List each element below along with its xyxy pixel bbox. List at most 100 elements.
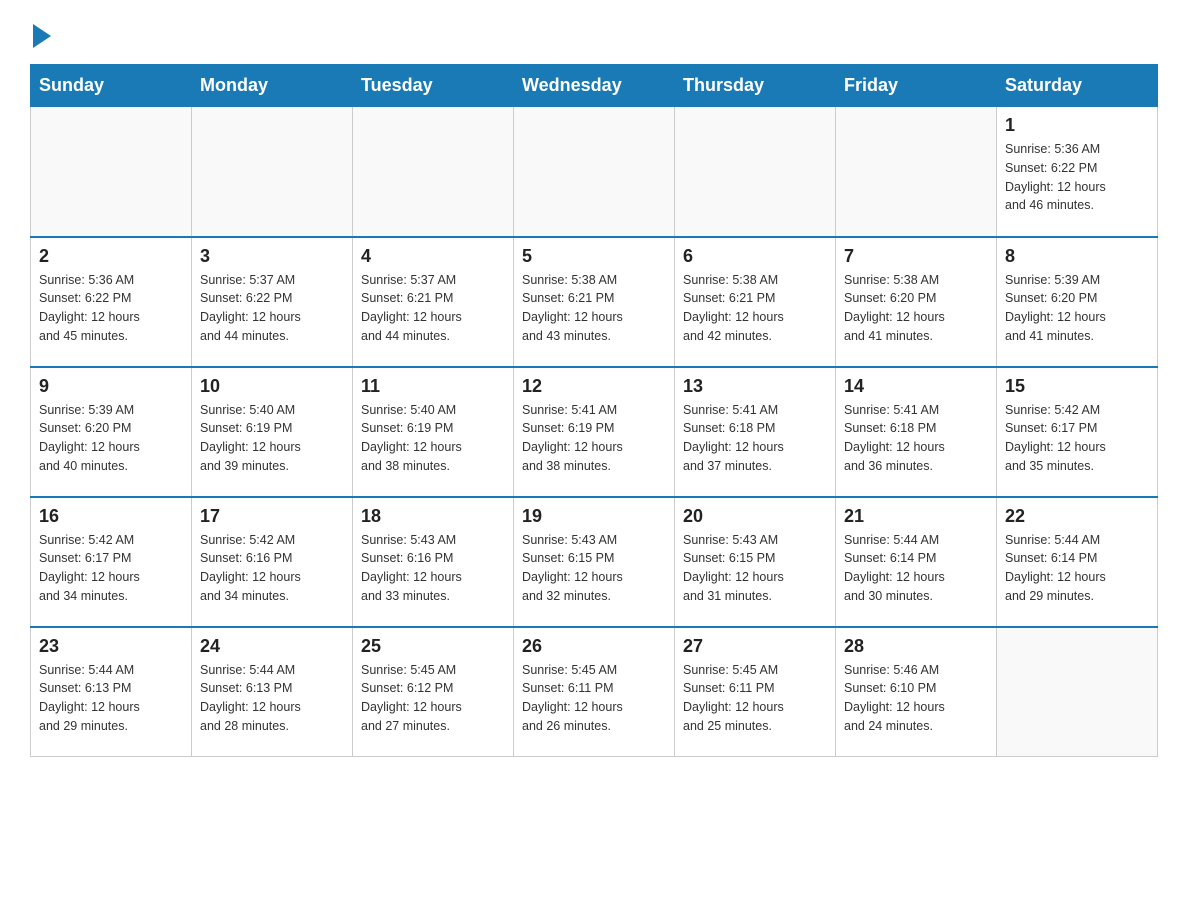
day-info: Sunrise: 5:44 AM Sunset: 6:14 PM Dayligh… bbox=[1005, 531, 1149, 606]
calendar-table: SundayMondayTuesdayWednesdayThursdayFrid… bbox=[30, 64, 1158, 757]
day-number: 27 bbox=[683, 636, 827, 657]
day-info: Sunrise: 5:44 AM Sunset: 6:13 PM Dayligh… bbox=[39, 661, 183, 736]
weekday-header-wednesday: Wednesday bbox=[514, 65, 675, 107]
day-number: 5 bbox=[522, 246, 666, 267]
day-number: 19 bbox=[522, 506, 666, 527]
day-info: Sunrise: 5:43 AM Sunset: 6:15 PM Dayligh… bbox=[522, 531, 666, 606]
weekday-header-sunday: Sunday bbox=[31, 65, 192, 107]
calendar-cell: 6Sunrise: 5:38 AM Sunset: 6:21 PM Daylig… bbox=[675, 237, 836, 367]
calendar-cell: 2 Sunrise: 5:36 AM Sunset: 6:22 PM Daylig… bbox=[31, 237, 192, 367]
day-info: Sunrise: 5:44 AM Sunset: 6:13 PM Dayligh… bbox=[200, 661, 344, 736]
day-info: Sunrise: 5:42 AM Sunset: 6:16 PM Dayligh… bbox=[200, 531, 344, 606]
calendar-cell bbox=[514, 107, 675, 237]
calendar-cell: 9 Sunrise: 5:39 AM Sunset: 6:20 PM Daylig… bbox=[31, 367, 192, 497]
calendar-cell: 20 Sunrise: 5:43 AM Sunset: 6:15 PM Dayli… bbox=[675, 497, 836, 627]
day-info: Sunrise: 5:40 AM Sunset: 6:19 PM Dayligh… bbox=[361, 401, 505, 476]
day-info: Sunrise: 5:42 AM Sunset: 6:17 PM Dayligh… bbox=[1005, 401, 1149, 476]
day-info: Sunrise: 5:38 AM Sunset: 6:21 PM Dayligh… bbox=[522, 271, 666, 346]
calendar-cell: 27Sunrise: 5:45 AM Sunset: 6:11 PM Dayli… bbox=[675, 627, 836, 757]
day-number: 25 bbox=[361, 636, 505, 657]
calendar-cell bbox=[675, 107, 836, 237]
logo-arrow-icon bbox=[33, 24, 51, 48]
day-info: Sunrise: 5:46 AM Sunset: 6:10 PM Dayligh… bbox=[844, 661, 988, 736]
calendar-cell: 3Sunrise: 5:37 AM Sunset: 6:22 PM Daylig… bbox=[192, 237, 353, 367]
calendar-cell: 17 Sunrise: 5:42 AM Sunset: 6:16 PM Dayli… bbox=[192, 497, 353, 627]
calendar-cell: 8Sunrise: 5:39 AM Sunset: 6:20 PM Daylig… bbox=[997, 237, 1158, 367]
day-number: 4 bbox=[361, 246, 505, 267]
day-number: 26 bbox=[522, 636, 666, 657]
calendar-cell: 15 Sunrise: 5:42 AM Sunset: 6:17 PM Dayli… bbox=[997, 367, 1158, 497]
day-info: Sunrise: 5:40 AM Sunset: 6:19 PM Dayligh… bbox=[200, 401, 344, 476]
calendar-cell: 28 Sunrise: 5:46 AM Sunset: 6:10 PM Dayli… bbox=[836, 627, 997, 757]
calendar-cell: 12 Sunrise: 5:41 AM Sunset: 6:19 PM Dayli… bbox=[514, 367, 675, 497]
day-info: Sunrise: 5:38 AM Sunset: 6:21 PM Dayligh… bbox=[683, 271, 827, 346]
calendar-week-row: 23 Sunrise: 5:44 AM Sunset: 6:13 PM Dayli… bbox=[31, 627, 1158, 757]
calendar-week-row: 1 Sunrise: 5:36 AM Sunset: 6:22 PM Daylig… bbox=[31, 107, 1158, 237]
logo bbox=[30, 20, 51, 44]
day-number: 11 bbox=[361, 376, 505, 397]
day-info: Sunrise: 5:41 AM Sunset: 6:18 PM Dayligh… bbox=[683, 401, 827, 476]
calendar-cell bbox=[353, 107, 514, 237]
day-number: 12 bbox=[522, 376, 666, 397]
day-number: 18 bbox=[361, 506, 505, 527]
day-number: 20 bbox=[683, 506, 827, 527]
day-info: Sunrise: 5:36 AM Sunset: 6:22 PM Dayligh… bbox=[39, 271, 183, 346]
day-info: Sunrise: 5:43 AM Sunset: 6:16 PM Dayligh… bbox=[361, 531, 505, 606]
weekday-header-row: SundayMondayTuesdayWednesdayThursdayFrid… bbox=[31, 65, 1158, 107]
calendar-cell bbox=[192, 107, 353, 237]
calendar-cell: 18 Sunrise: 5:43 AM Sunset: 6:16 PM Dayli… bbox=[353, 497, 514, 627]
weekday-header-thursday: Thursday bbox=[675, 65, 836, 107]
calendar-cell: 26 Sunrise: 5:45 AM Sunset: 6:11 PM Dayli… bbox=[514, 627, 675, 757]
calendar-cell: 19 Sunrise: 5:43 AM Sunset: 6:15 PM Dayli… bbox=[514, 497, 675, 627]
day-number: 21 bbox=[844, 506, 988, 527]
calendar-cell: 1 Sunrise: 5:36 AM Sunset: 6:22 PM Daylig… bbox=[997, 107, 1158, 237]
day-info: Sunrise: 5:44 AM Sunset: 6:14 PM Dayligh… bbox=[844, 531, 988, 606]
calendar-cell: 11 Sunrise: 5:40 AM Sunset: 6:19 PM Dayli… bbox=[353, 367, 514, 497]
day-number: 2 bbox=[39, 246, 183, 267]
calendar-cell: 10 Sunrise: 5:40 AM Sunset: 6:19 PM Dayli… bbox=[192, 367, 353, 497]
calendar-cell: 25 Sunrise: 5:45 AM Sunset: 6:12 PM Dayli… bbox=[353, 627, 514, 757]
day-number: 15 bbox=[1005, 376, 1149, 397]
day-number: 24 bbox=[200, 636, 344, 657]
day-info: Sunrise: 5:38 AM Sunset: 6:20 PM Dayligh… bbox=[844, 271, 988, 346]
day-number: 23 bbox=[39, 636, 183, 657]
weekday-header-tuesday: Tuesday bbox=[353, 65, 514, 107]
day-number: 28 bbox=[844, 636, 988, 657]
calendar-cell: 7 Sunrise: 5:38 AM Sunset: 6:20 PM Daylig… bbox=[836, 237, 997, 367]
calendar-cell: 22 Sunrise: 5:44 AM Sunset: 6:14 PM Dayli… bbox=[997, 497, 1158, 627]
calendar-cell: 4 Sunrise: 5:37 AM Sunset: 6:21 PM Daylig… bbox=[353, 237, 514, 367]
calendar-cell bbox=[836, 107, 997, 237]
day-number: 13 bbox=[683, 376, 827, 397]
page-header bbox=[30, 20, 1158, 44]
calendar-cell: 23 Sunrise: 5:44 AM Sunset: 6:13 PM Dayli… bbox=[31, 627, 192, 757]
day-number: 9 bbox=[39, 376, 183, 397]
calendar-cell: 16Sunrise: 5:42 AM Sunset: 6:17 PM Dayli… bbox=[31, 497, 192, 627]
day-info: Sunrise: 5:45 AM Sunset: 6:12 PM Dayligh… bbox=[361, 661, 505, 736]
day-info: Sunrise: 5:36 AM Sunset: 6:22 PM Dayligh… bbox=[1005, 140, 1149, 215]
day-number: 17 bbox=[200, 506, 344, 527]
calendar-cell bbox=[997, 627, 1158, 757]
day-number: 22 bbox=[1005, 506, 1149, 527]
day-number: 10 bbox=[200, 376, 344, 397]
day-info: Sunrise: 5:37 AM Sunset: 6:22 PM Dayligh… bbox=[200, 271, 344, 346]
day-number: 16 bbox=[39, 506, 183, 527]
day-number: 1 bbox=[1005, 115, 1149, 136]
day-info: Sunrise: 5:41 AM Sunset: 6:19 PM Dayligh… bbox=[522, 401, 666, 476]
calendar-cell: 5 Sunrise: 5:38 AM Sunset: 6:21 PM Daylig… bbox=[514, 237, 675, 367]
day-info: Sunrise: 5:37 AM Sunset: 6:21 PM Dayligh… bbox=[361, 271, 505, 346]
calendar-cell: 24 Sunrise: 5:44 AM Sunset: 6:13 PM Dayli… bbox=[192, 627, 353, 757]
weekday-header-friday: Friday bbox=[836, 65, 997, 107]
calendar-cell: 13 Sunrise: 5:41 AM Sunset: 6:18 PM Dayli… bbox=[675, 367, 836, 497]
calendar-week-row: 16Sunrise: 5:42 AM Sunset: 6:17 PM Dayli… bbox=[31, 497, 1158, 627]
weekday-header-monday: Monday bbox=[192, 65, 353, 107]
calendar-week-row: 9 Sunrise: 5:39 AM Sunset: 6:20 PM Daylig… bbox=[31, 367, 1158, 497]
day-info: Sunrise: 5:39 AM Sunset: 6:20 PM Dayligh… bbox=[39, 401, 183, 476]
day-info: Sunrise: 5:45 AM Sunset: 6:11 PM Dayligh… bbox=[522, 661, 666, 736]
day-number: 7 bbox=[844, 246, 988, 267]
calendar-week-row: 2 Sunrise: 5:36 AM Sunset: 6:22 PM Daylig… bbox=[31, 237, 1158, 367]
day-info: Sunrise: 5:39 AM Sunset: 6:20 PM Dayligh… bbox=[1005, 271, 1149, 346]
calendar-cell bbox=[31, 107, 192, 237]
weekday-header-saturday: Saturday bbox=[997, 65, 1158, 107]
day-info: Sunrise: 5:43 AM Sunset: 6:15 PM Dayligh… bbox=[683, 531, 827, 606]
calendar-cell: 21 Sunrise: 5:44 AM Sunset: 6:14 PM Dayli… bbox=[836, 497, 997, 627]
